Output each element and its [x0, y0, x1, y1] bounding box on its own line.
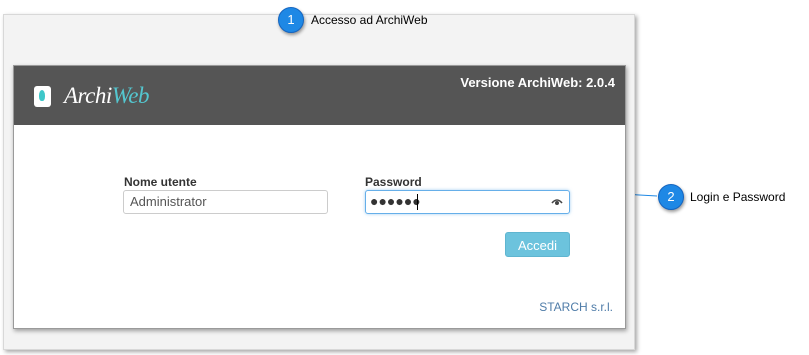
- callout-badge-2: 2: [658, 184, 684, 210]
- callout-text-1: Accesso ad ArchiWeb: [311, 13, 428, 27]
- username-value: Administrator: [130, 194, 207, 209]
- password-mask: ●●●●●●: [370, 193, 421, 209]
- password-label: Password: [365, 175, 422, 189]
- show-password-eye-icon[interactable]: [551, 196, 563, 208]
- archiweb-logo: ArchiWeb: [64, 83, 150, 108]
- version-label: Versione ArchiWeb: 2.0.4: [460, 75, 615, 90]
- company-link[interactable]: STARCH s.r.l.: [539, 300, 613, 314]
- login-window: ArchiWeb Versione ArchiWeb: 2.0.4 Nome u…: [13, 65, 626, 329]
- username-input[interactable]: Administrator: [123, 190, 328, 214]
- app-header: ArchiWeb Versione ArchiWeb: 2.0.4: [14, 66, 625, 125]
- password-input[interactable]: ●●●●●●: [365, 190, 570, 214]
- login-button[interactable]: Accedi: [505, 232, 570, 257]
- callout-text-2: Login e Password: [690, 190, 786, 204]
- username-label: Nome utente: [124, 175, 197, 189]
- text-caret: [417, 194, 418, 210]
- archiweb-logo-icon: [34, 86, 51, 107]
- callout-badge-1: 1: [278, 7, 304, 33]
